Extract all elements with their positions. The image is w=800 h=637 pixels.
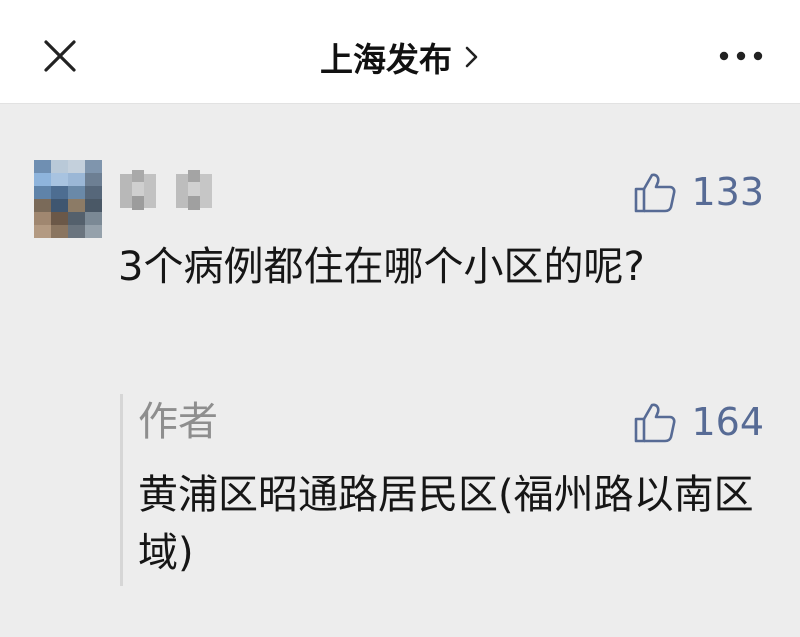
reply-text: 黄浦区昭通路居民区(福州路以南区域) — [138, 472, 754, 576]
thumbs-up-icon — [635, 403, 677, 443]
thumbs-up-icon — [635, 173, 677, 213]
blurred-nickname — [118, 166, 218, 216]
avatar[interactable] — [34, 160, 102, 238]
reply-like-button[interactable]: 164 — [633, 400, 764, 444]
reply-author-label: 作者 — [138, 399, 218, 445]
account-title-link[interactable]: 上海发布 — [0, 34, 800, 80]
more-button[interactable] — [716, 44, 766, 68]
chevron-right-icon — [465, 46, 478, 68]
comment-like-button[interactable]: 133 — [633, 170, 764, 214]
reply-like-count: 164 — [691, 400, 764, 444]
top-nav-bar: 上海发布 — [0, 0, 800, 104]
more-icon — [719, 51, 763, 61]
page-title: 上海发布 — [320, 40, 452, 79]
reply-divider — [120, 394, 123, 586]
comment-like-count: 133 — [691, 170, 764, 214]
comment-text: 3个病例都住在哪个小区的呢? — [118, 244, 645, 290]
